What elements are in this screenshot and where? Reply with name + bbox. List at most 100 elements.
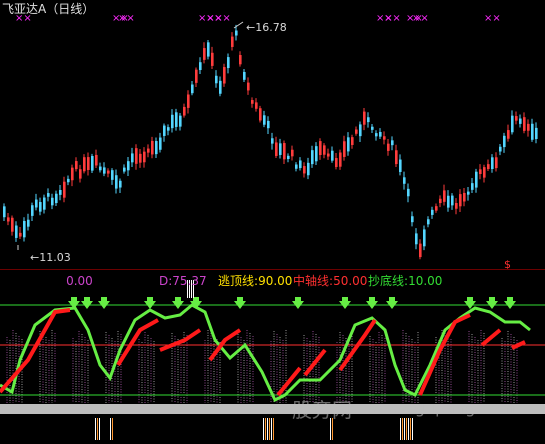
candle-body <box>183 106 186 116</box>
price-high-value: 16.78 <box>255 21 287 34</box>
candle-body <box>143 151 146 163</box>
candle-body <box>363 111 366 125</box>
bottom-line-value: 抄底线:10.00 <box>368 274 443 288</box>
volume-tick <box>271 418 272 440</box>
candle-body <box>23 220 26 238</box>
candle-body <box>259 108 262 121</box>
candle-body <box>159 137 162 150</box>
candle-body <box>227 57 230 69</box>
candle-body <box>139 153 142 163</box>
volume-tick <box>273 418 274 440</box>
candle-body <box>119 180 122 188</box>
k-value: K:70.69 <box>117 274 164 288</box>
candle-body <box>151 140 154 155</box>
down-arrow-icon <box>172 297 184 309</box>
down-arrow-icon <box>190 297 202 309</box>
candle-body <box>427 219 430 225</box>
candle-body <box>123 167 126 172</box>
candle-body <box>215 75 218 84</box>
candle-body <box>31 205 34 216</box>
bottom-line-label: 抄底线 <box>368 274 405 288</box>
volume-tick <box>99 418 100 440</box>
watermark-cn: 股旁网 <box>292 398 352 422</box>
down-arrow-icon <box>366 297 378 309</box>
candle-body <box>423 229 426 247</box>
candle-body <box>135 148 138 164</box>
candle-body <box>279 143 282 155</box>
d-label: D <box>159 274 169 288</box>
candle-body <box>371 126 374 130</box>
signal-cross-marker: ×× <box>412 13 429 24</box>
volume-tick <box>112 418 113 440</box>
d-number: 75.37 <box>172 274 207 288</box>
down-arrow-icon <box>339 297 351 309</box>
down-arrow-icon <box>81 297 93 309</box>
candle-body <box>531 123 534 140</box>
candle-body <box>83 157 86 172</box>
candle-body <box>3 206 6 218</box>
volume-tick <box>265 418 266 440</box>
candle-body <box>235 30 238 36</box>
price-low-label: ←11.03 <box>30 251 71 264</box>
candle-body <box>311 150 314 165</box>
candle-body <box>399 159 402 172</box>
volume-tick <box>263 418 264 440</box>
candle-body <box>175 112 178 127</box>
candle-body <box>479 169 482 175</box>
candle-body <box>463 192 466 202</box>
candle-body <box>211 52 214 66</box>
volume-tick <box>110 418 111 440</box>
candle-body <box>459 194 462 207</box>
warning-label: 警戒 <box>452 274 477 288</box>
stock-chart-window: ×× ×× ×× ×× ×× ×× ×× ×× ×× ×× ×× 飞亚达A（日线） ←16.78 ←… <box>0 0 545 444</box>
top-line-label: 逃顶线 <box>218 274 255 288</box>
candle-body <box>379 131 382 137</box>
down-arrow-icon <box>98 297 110 309</box>
candle-body <box>395 150 398 165</box>
volume-tick <box>410 418 411 440</box>
candle-body <box>199 62 202 71</box>
candle-body <box>323 145 326 155</box>
candle-body <box>179 115 182 127</box>
candle-body <box>35 199 38 208</box>
candle-body <box>431 209 434 215</box>
candle-body <box>111 170 114 180</box>
warning-value: 警戒:0.00 <box>452 274 507 288</box>
volume-tick <box>400 418 401 440</box>
candle-body <box>535 127 538 139</box>
down-arrow-icon <box>292 297 304 309</box>
panel-divider <box>0 269 545 270</box>
candle-body <box>307 162 310 176</box>
candle-body <box>43 197 46 210</box>
candle-body <box>291 149 294 157</box>
volume-tick <box>404 418 405 440</box>
candle-body <box>435 206 438 211</box>
d-line-segment <box>159 328 202 352</box>
candle-body <box>447 195 450 208</box>
candle-body <box>415 233 418 245</box>
candle-body <box>483 167 486 178</box>
candle-body <box>231 36 234 47</box>
candle-body <box>515 116 518 121</box>
volume-tick <box>408 418 409 440</box>
candle-body <box>207 42 210 57</box>
candle-body <box>147 148 150 153</box>
candle-body <box>19 232 22 237</box>
candle-body <box>267 120 270 129</box>
candle-body <box>155 141 158 155</box>
volume-tick <box>269 418 270 440</box>
candle-body <box>39 202 42 212</box>
candle-body <box>299 160 302 169</box>
candle-body <box>527 123 530 131</box>
candle-body <box>295 164 298 169</box>
price-high-label: ←16.78 <box>246 21 287 34</box>
candle-body <box>11 217 14 232</box>
bottom-line-number: 10.00 <box>408 274 443 288</box>
candle-body <box>491 157 494 170</box>
signal-cross-marker: ×× <box>384 13 401 24</box>
candle-body <box>163 125 166 136</box>
candle-body <box>263 115 266 125</box>
candle-body <box>387 143 390 151</box>
candle-body <box>495 157 498 169</box>
chart-canvas: ×× ×××× ×××××× ×××× ×××× ×× <box>0 13 545 440</box>
